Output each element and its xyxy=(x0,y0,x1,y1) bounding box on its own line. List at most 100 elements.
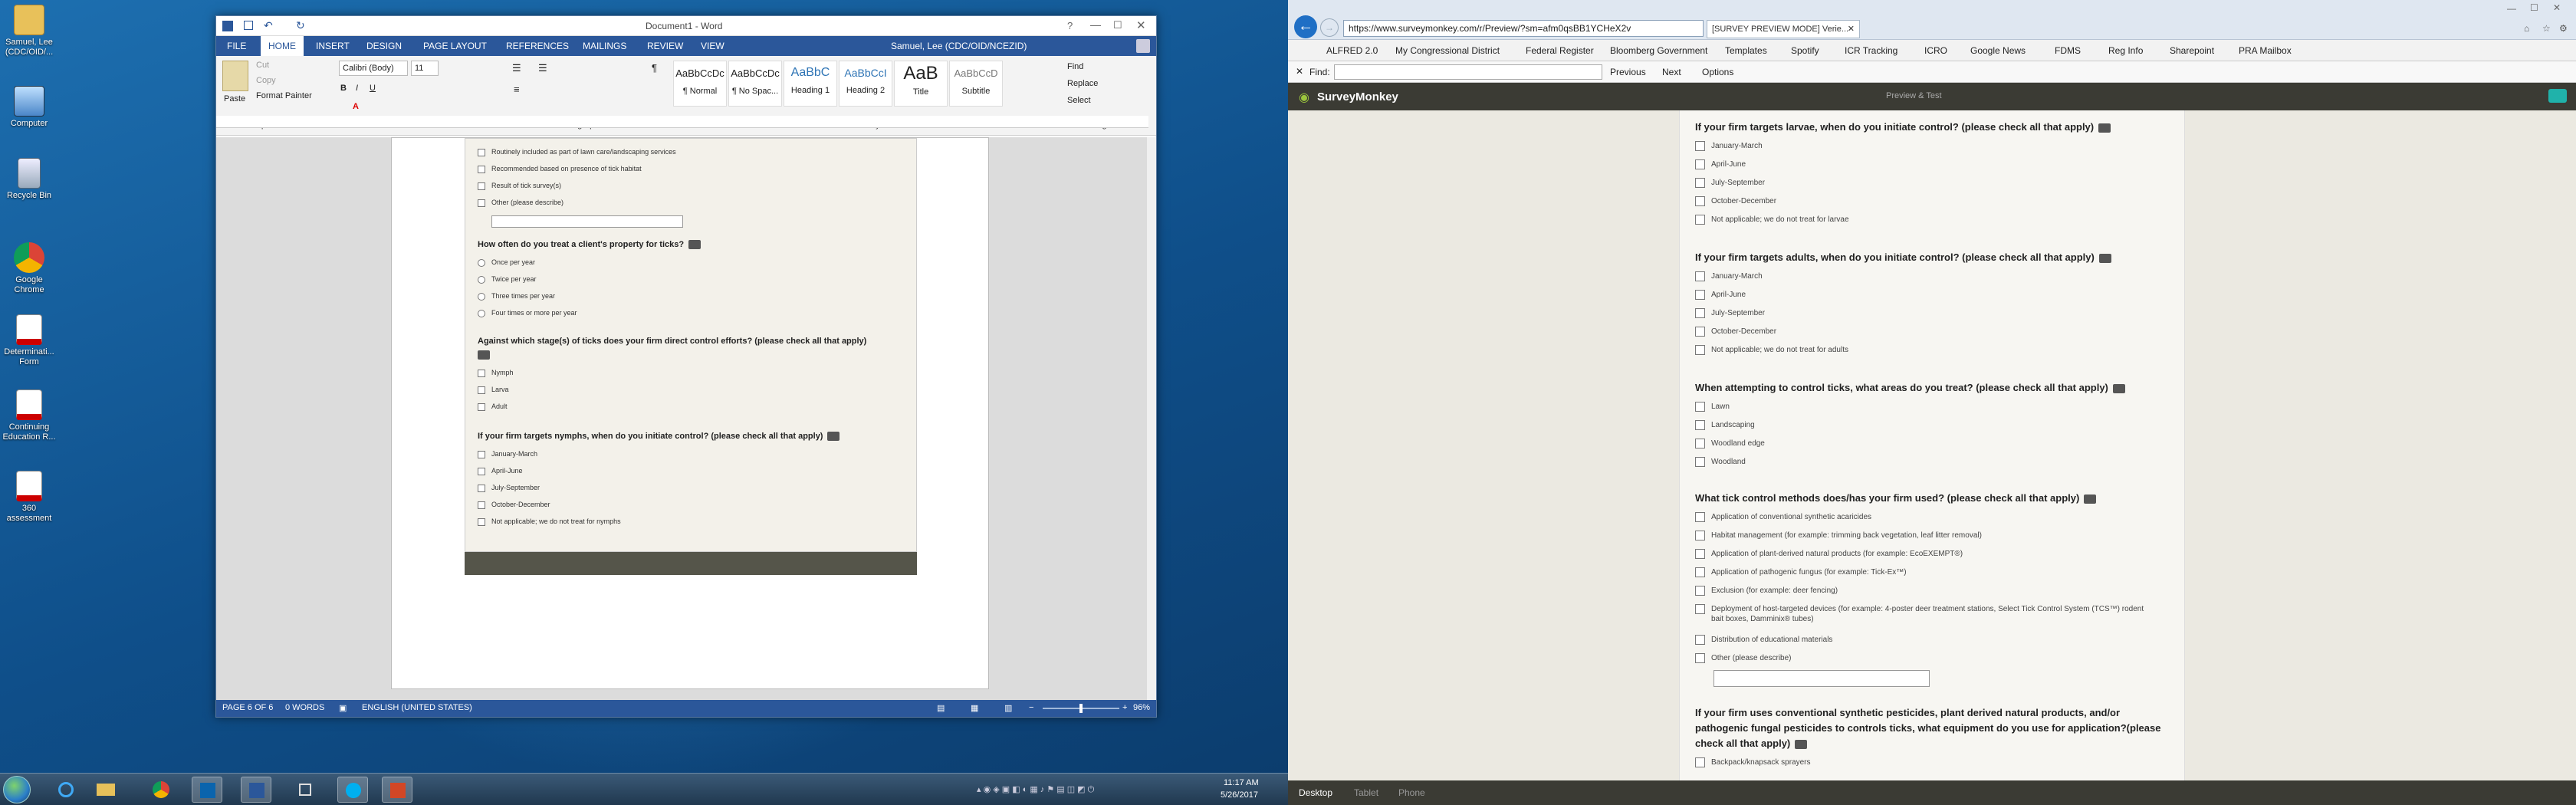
show-formatting-icon[interactable]: ¶ xyxy=(652,62,657,74)
style-title[interactable]: AaB Title xyxy=(894,61,948,107)
device-desktop-tab[interactable]: Desktop xyxy=(1299,787,1332,798)
font-size-dropdown[interactable]: 11 xyxy=(411,61,439,76)
tab-references[interactable]: REFERENCES xyxy=(506,41,569,51)
favorite-link[interactable]: PRA Mailbox xyxy=(2239,45,2292,56)
survey-option[interactable]: Lawn xyxy=(1695,402,1730,412)
settings-icon[interactable]: ⚙ xyxy=(2559,23,2568,34)
avatar[interactable] xyxy=(1136,39,1150,53)
favorite-link[interactable]: Spotify xyxy=(1791,45,1819,56)
zoom-level[interactable]: 96% xyxy=(1133,703,1150,712)
survey-option[interactable]: July-September xyxy=(1695,308,1765,318)
web-layout-icon[interactable]: ▥ xyxy=(1004,703,1012,713)
find-previous-button[interactable]: Previous xyxy=(1610,67,1646,77)
checkbox[interactable] xyxy=(1695,215,1705,225)
word-icon[interactable] xyxy=(241,777,271,803)
favorite-link[interactable]: Google News xyxy=(1970,45,2026,56)
survey-option[interactable]: Backpack/knapsack sprayers xyxy=(1695,757,1811,767)
comment-icon[interactable] xyxy=(2084,494,2097,504)
desktop-icon-chrome[interactable]: Google Chrome xyxy=(2,242,57,295)
checkbox[interactable] xyxy=(1695,549,1705,559)
comment-icon[interactable] xyxy=(2112,383,2125,393)
survey-option[interactable]: Deployment of host-targeted devices (for… xyxy=(1695,604,2155,624)
save-icon[interactable] xyxy=(244,21,253,30)
favorite-link[interactable]: My Congressional District xyxy=(1395,45,1500,56)
checkbox[interactable] xyxy=(1695,420,1705,430)
checkbox[interactable] xyxy=(1695,141,1705,151)
surveymonkey-logo[interactable]: SurveyMonkey xyxy=(1317,90,1398,104)
device-tablet-tab[interactable]: Tablet xyxy=(1354,787,1378,798)
favorite-link[interactable]: ALFRED 2.0 xyxy=(1326,45,1378,56)
survey-option[interactable]: April-June xyxy=(1695,159,1746,169)
maximize-icon[interactable]: ☐ xyxy=(1113,19,1122,31)
other-describe-input[interactable] xyxy=(1714,670,1930,687)
survey-option[interactable]: Other (please describe) xyxy=(1695,653,1792,663)
checkbox[interactable] xyxy=(1695,457,1705,467)
survey-option[interactable]: Application of plant-derived natural pro… xyxy=(1695,549,1963,559)
survey-option[interactable]: October-December xyxy=(1695,196,1776,206)
survey-option[interactable]: Application of pathogenic fungus (for ex… xyxy=(1695,567,1907,577)
checkbox[interactable] xyxy=(1695,439,1705,449)
system-tray-icons[interactable]: ▴ ◉ ◈ ▣ ◧ ◐ ▦ ♪ ⚑ ▤ ◫ ◩ ⏻ xyxy=(977,784,1168,795)
proofing-icon[interactable]: ▣ xyxy=(339,703,347,713)
survey-option[interactable]: Not applicable; we do not treat for larv… xyxy=(1695,215,1849,225)
zoom-out-icon[interactable]: − xyxy=(1029,703,1033,712)
help-icon[interactable]: ? xyxy=(1067,20,1073,31)
zoom-slider[interactable] xyxy=(1043,704,1119,713)
close-find-icon[interactable]: ✕ xyxy=(1296,66,1303,77)
tab-home[interactable]: HOME xyxy=(261,36,304,56)
undo-icon[interactable]: ↶ xyxy=(264,19,273,32)
favorite-link[interactable]: FDMS xyxy=(2055,45,2081,56)
replace-button[interactable]: Replace xyxy=(1067,79,1098,88)
comment-icon[interactable] xyxy=(1795,739,1808,749)
tab-page-layout[interactable]: PAGE LAYOUT xyxy=(423,41,487,51)
desktop-icon-continuing-education[interactable]: Continuing Education R... xyxy=(2,389,57,442)
favorites-icon[interactable]: ☆ xyxy=(2542,23,2551,34)
tab-design[interactable]: DESIGN xyxy=(366,41,402,51)
font-name-dropdown[interactable]: Calibri (Body) xyxy=(339,61,408,76)
checkbox[interactable] xyxy=(1695,196,1705,206)
survey-option[interactable]: Distribution of educational materials xyxy=(1695,635,1832,645)
tab-insert[interactable]: INSERT xyxy=(316,41,350,51)
style-heading-2[interactable]: AaBbCcI Heading 2 xyxy=(839,61,892,107)
survey-option[interactable]: January-March xyxy=(1695,271,1763,281)
survey-option[interactable]: January-March xyxy=(1695,141,1763,151)
paste-button[interactable]: Paste xyxy=(224,94,245,104)
redo-icon[interactable]: ↻ xyxy=(296,19,305,32)
cut-button[interactable]: Cut xyxy=(256,61,269,70)
close-icon[interactable]: ✕ xyxy=(1136,18,1146,32)
survey-option[interactable]: July-September xyxy=(1695,178,1765,188)
favorite-link[interactable]: Templates xyxy=(1725,45,1767,56)
checkbox[interactable] xyxy=(1695,586,1705,596)
style-no-spacing[interactable]: AaBbCcDc ¶ No Spac... xyxy=(728,61,782,107)
format-painter-button[interactable]: Format Painter xyxy=(256,91,312,100)
desktop-icon-user-folder[interactable]: Samuel, Lee (CDC/OID/... xyxy=(2,5,57,58)
favorite-link[interactable]: Reg Info xyxy=(2108,45,2143,56)
maximize-icon[interactable]: ☐ xyxy=(2530,2,2538,13)
address-bar[interactable]: https://www.surveymonkey.com/r/Preview/?… xyxy=(1343,20,1704,37)
start-button[interactable] xyxy=(3,776,31,803)
tab-file[interactable]: FILE xyxy=(227,41,246,51)
forward-button[interactable]: → xyxy=(1320,18,1339,37)
clock-time[interactable]: 11:17 AM xyxy=(1224,778,1259,787)
survey-column[interactable]: If your firm targets larvae, when do you… xyxy=(1679,110,2185,780)
paste-icon[interactable] xyxy=(222,61,248,91)
italic-icon[interactable]: I xyxy=(356,84,358,93)
chat-icon[interactable] xyxy=(2548,89,2567,103)
survey-option[interactable]: Woodland edge xyxy=(1695,439,1765,449)
document-page[interactable]: Routinely included as part of lawn care/… xyxy=(391,137,989,689)
survey-option[interactable]: Woodland xyxy=(1695,457,1746,467)
survey-option[interactable]: Exclusion (for example: deer fencing) xyxy=(1695,586,1838,596)
find-input[interactable] xyxy=(1334,64,1602,80)
snipping-icon[interactable] xyxy=(290,777,320,803)
tab-view[interactable]: VIEW xyxy=(701,41,724,51)
bullets-icon[interactable]: ☰ xyxy=(512,62,521,74)
desktop-icon-360-assessment[interactable]: 360 assessment xyxy=(2,471,57,524)
tab-review[interactable]: REVIEW xyxy=(647,41,683,51)
font-color-icon[interactable]: A xyxy=(353,102,359,111)
checkbox[interactable] xyxy=(1695,635,1705,645)
print-layout-icon[interactable]: ▦ xyxy=(971,703,978,713)
select-button[interactable]: Select xyxy=(1067,96,1091,105)
find-options-button[interactable]: Options xyxy=(1702,67,1733,77)
checkbox[interactable] xyxy=(1695,308,1705,318)
minimize-icon[interactable]: — xyxy=(2507,3,2516,14)
